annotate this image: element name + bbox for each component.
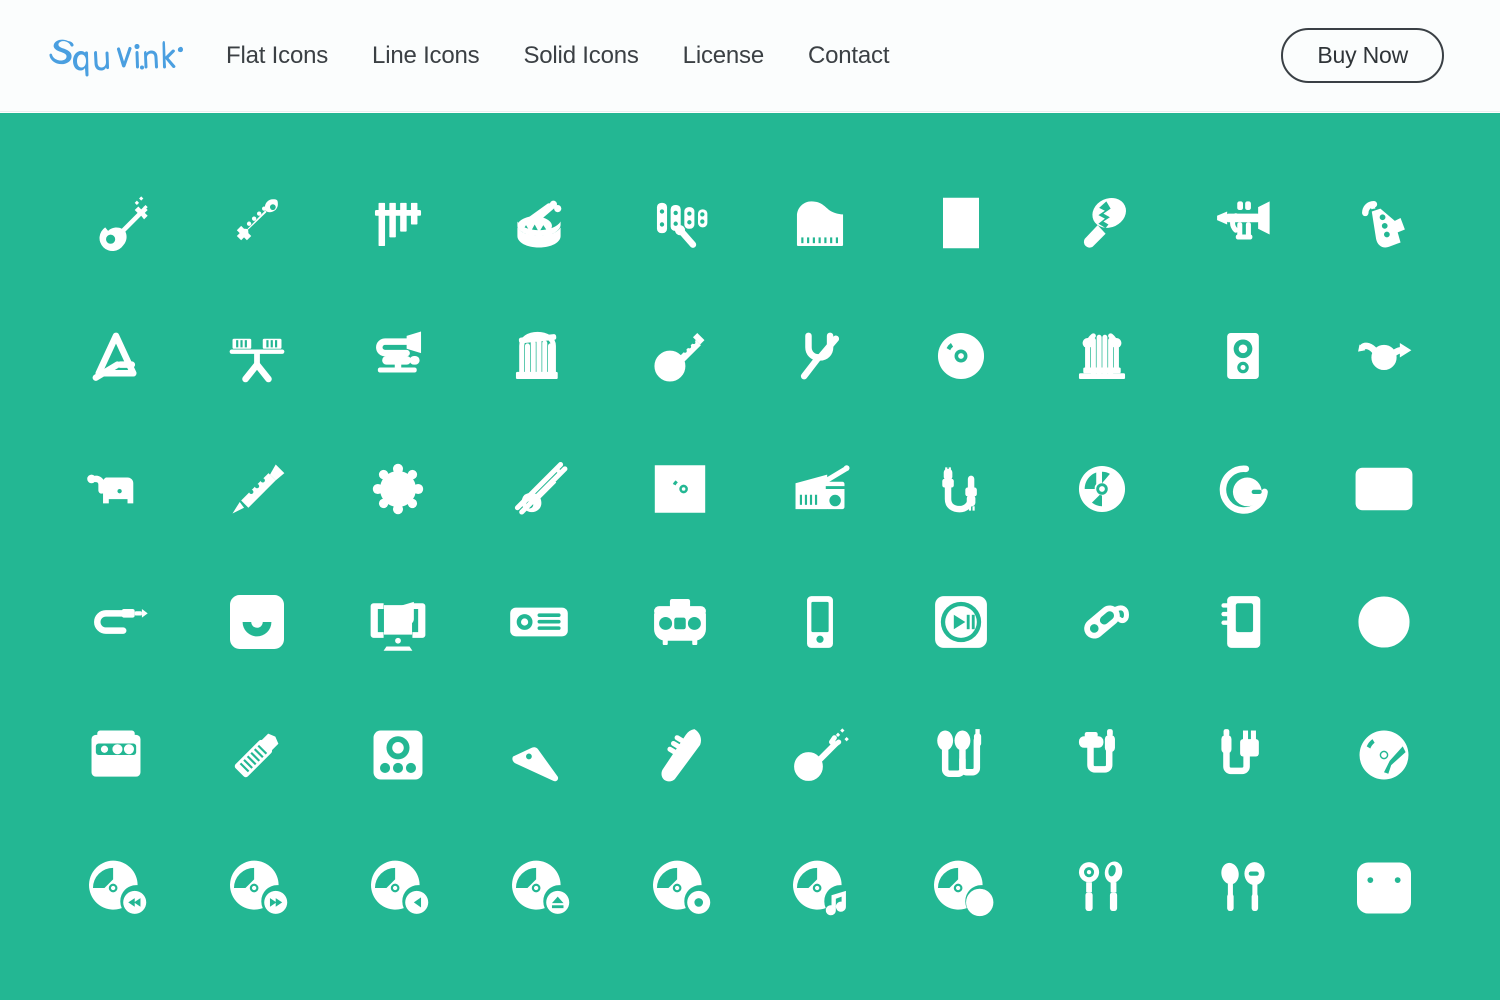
icon-cd-disc[interactable] — [1059, 446, 1145, 532]
buy-now-button[interactable]: Buy Now — [1281, 28, 1444, 83]
icon-trombone[interactable] — [355, 313, 441, 399]
icon-soundwave-circle[interactable] — [1341, 579, 1427, 665]
icon-earpods[interactable] — [1200, 845, 1286, 931]
icon-cd-player-square[interactable] — [214, 579, 300, 665]
icon-triangle-instrument[interactable] — [73, 313, 159, 399]
icon-cassette-tape[interactable] — [1341, 446, 1427, 532]
icon-disc-music-note[interactable] — [777, 845, 863, 931]
icon-boombox-stereo[interactable] — [496, 579, 582, 665]
icon-play-pause-player[interactable] — [918, 579, 1004, 665]
icon-disc-minus[interactable] — [1200, 446, 1286, 532]
icon-gramophone[interactable] — [73, 446, 159, 532]
icon-clarinet[interactable] — [214, 446, 300, 532]
icon-earbuds-jack[interactable] — [918, 712, 1004, 798]
icon-radio[interactable] — [777, 446, 863, 532]
icon-banjo[interactable] — [637, 313, 723, 399]
icon-aux-cable[interactable] — [73, 579, 159, 665]
icon-harp[interactable] — [496, 313, 582, 399]
icon-disc-previous[interactable] — [355, 845, 441, 931]
icon-disc-rewind[interactable] — [73, 845, 159, 931]
nav-license[interactable]: License — [661, 34, 786, 78]
icon-saxophone[interactable] — [1341, 180, 1427, 266]
nav-flat-icons[interactable]: Flat Icons — [226, 34, 350, 78]
icon-earphones-case[interactable] — [1341, 845, 1427, 931]
icon-banjolele[interactable] — [777, 712, 863, 798]
icon-turntable-disc[interactable] — [1341, 712, 1427, 798]
icon-mp3-player-clip[interactable] — [1059, 579, 1145, 665]
icon-violin-bow[interactable] — [496, 446, 582, 532]
icon-grand-piano[interactable] — [777, 180, 863, 266]
icon-conga-drum[interactable] — [637, 712, 723, 798]
icon-maraca[interactable] — [1059, 180, 1145, 266]
icon-keytar[interactable] — [214, 712, 300, 798]
icon-drum-kit-stand[interactable] — [214, 313, 300, 399]
page-root: Flat Icons Line Icons Solid Icons Licens… — [0, 0, 1500, 1000]
icon-vinyl-record[interactable] — [918, 313, 1004, 399]
icon-board — [0, 113, 1500, 1000]
nav-solid-icons[interactable]: Solid Icons — [501, 34, 660, 78]
icon-french-horn[interactable] — [1341, 313, 1427, 399]
icon-earphones-pair[interactable] — [1059, 845, 1145, 931]
icon-amplifier[interactable] — [73, 712, 159, 798]
icon-lyre[interactable] — [1059, 313, 1145, 399]
icon-disc-fast-forward[interactable] — [214, 845, 300, 931]
icon-disc-record[interactable] — [637, 845, 723, 931]
icon-usb-audio-cable[interactable] — [1200, 712, 1286, 798]
icon-snare-drum[interactable] — [496, 180, 582, 266]
icon-tambourine[interactable] — [355, 446, 441, 532]
icon-mobile-player[interactable] — [777, 579, 863, 665]
icon-cd-case[interactable] — [637, 446, 723, 532]
icon-speaker-tower[interactable] — [1200, 313, 1286, 399]
icon-headphone-adapter[interactable] — [1059, 712, 1145, 798]
icon-pan-flute[interactable] — [355, 180, 441, 266]
squid-ink-logo[interactable] — [44, 33, 184, 79]
icon-audio-cable-plugs[interactable] — [918, 446, 1004, 532]
icon-disc-pause[interactable] — [918, 845, 1004, 931]
icon-portable-boombox[interactable] — [637, 579, 723, 665]
nav-line-icons[interactable]: Line Icons — [350, 34, 501, 78]
icon-desktop-music[interactable] — [355, 579, 441, 665]
icon-piano-keys[interactable] — [918, 180, 1004, 266]
icon-drum-machine[interactable] — [355, 712, 441, 798]
icon-acoustic-guitar[interactable] — [73, 180, 159, 266]
icon-electric-guitar-headstock[interactable] — [214, 180, 300, 266]
icon-disc-eject[interactable] — [496, 845, 582, 931]
nav-contact[interactable]: Contact — [786, 34, 911, 78]
main-navigation: Flat Icons Line Icons Solid Icons Licens… — [226, 34, 1281, 78]
icon-xylophone[interactable] — [637, 180, 723, 266]
icon-tuning-fork[interactable] — [777, 313, 863, 399]
icon-trumpet[interactable] — [1200, 180, 1286, 266]
icon-guitar-pick-tool[interactable] — [496, 712, 582, 798]
icon-voice-recorder[interactable] — [1200, 579, 1286, 665]
site-header: Flat Icons Line Icons Solid Icons Licens… — [0, 0, 1500, 112]
icon-grid — [46, 157, 1454, 954]
